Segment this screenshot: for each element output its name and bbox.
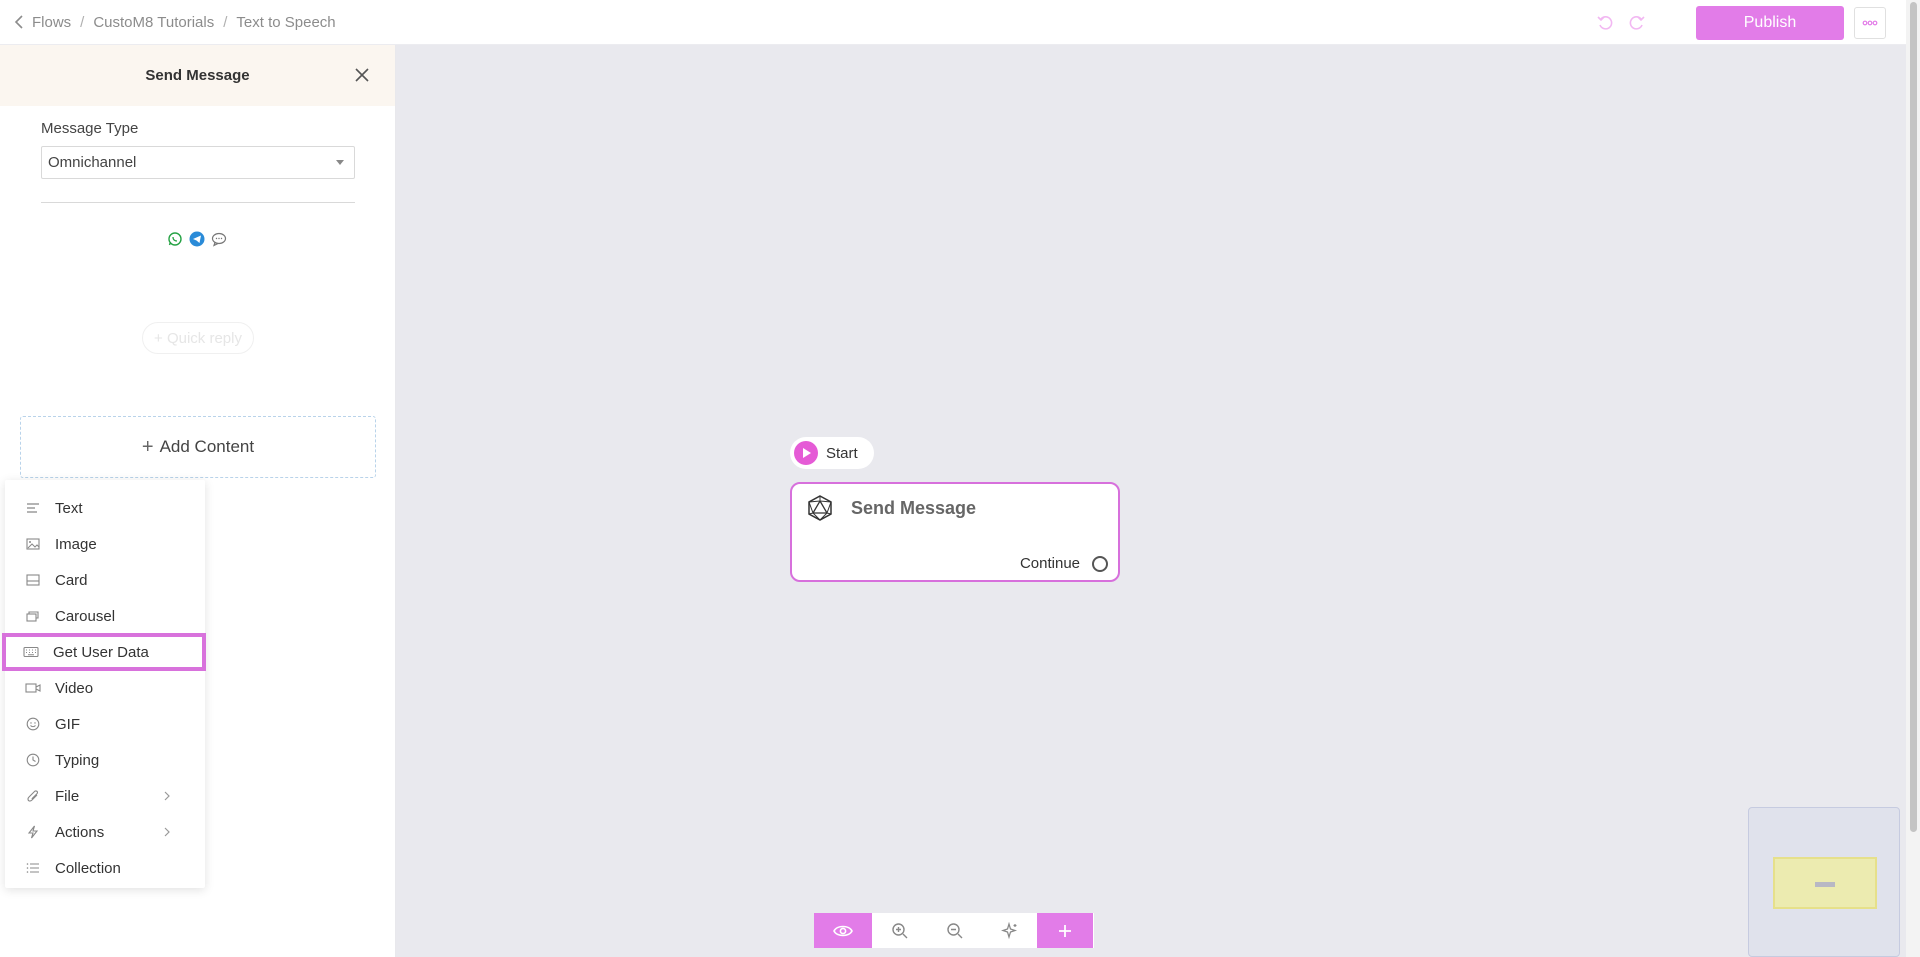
menu-item-get-user-data[interactable]: Get User Data xyxy=(2,633,206,671)
menu-item-collection[interactable]: Collection xyxy=(5,850,205,886)
clock-icon xyxy=(25,752,41,768)
menu-item-label: Collection xyxy=(55,859,121,877)
menu-item-label: Get User Data xyxy=(53,643,149,661)
more-options-button[interactable] xyxy=(1854,6,1886,39)
panel-header: Send Message xyxy=(0,45,395,106)
breadcrumb-flows[interactable]: Flows xyxy=(32,14,71,31)
menu-item-actions[interactable]: Actions xyxy=(5,814,205,850)
add-content-button[interactable]: + Add Content xyxy=(20,416,376,478)
sparkle-icon xyxy=(1000,921,1017,939)
plus-icon xyxy=(1059,924,1071,937)
breadcrumb-current: Text to Speech xyxy=(236,13,336,31)
keyboard-icon xyxy=(23,644,39,660)
close-icon[interactable] xyxy=(353,66,371,84)
breadcrumb-separator: / xyxy=(80,13,85,31)
zoom-out-icon xyxy=(946,922,962,938)
preview-button[interactable] xyxy=(814,913,872,948)
message-type-label: Message Type xyxy=(41,120,139,137)
output-port[interactable] xyxy=(1092,556,1108,572)
menu-item-text[interactable]: Text xyxy=(5,490,205,526)
minimap-node xyxy=(1815,882,1835,887)
menu-item-carousel[interactable]: Carousel xyxy=(5,598,205,634)
image-icon xyxy=(25,536,41,552)
telegram-icon xyxy=(189,231,205,247)
zoom-in-button[interactable] xyxy=(872,913,927,948)
breadcrumb-folder[interactable]: CustoM8 Tutorials xyxy=(93,14,214,31)
lightning-icon xyxy=(25,824,41,840)
publish-button[interactable]: Publish xyxy=(1696,5,1844,40)
zoom-out-button[interactable] xyxy=(927,913,982,948)
caret-down-icon xyxy=(336,160,344,165)
top-bar-actions: Publish xyxy=(1596,0,1906,45)
message-type-select[interactable]: Omnichannel xyxy=(41,146,355,179)
menu-item-card[interactable]: Card xyxy=(5,562,205,598)
minimap[interactable] xyxy=(1748,807,1900,957)
menu-item-label: Video xyxy=(55,679,94,697)
chevron-right-icon xyxy=(163,790,171,802)
menu-item-label: Typing xyxy=(55,751,100,769)
list-icon xyxy=(25,860,41,876)
quick-reply-button[interactable]: + Quick reply xyxy=(142,322,254,354)
menu-item-file[interactable]: File xyxy=(5,778,205,814)
vertical-scrollbar[interactable] xyxy=(1906,0,1920,957)
menu-item-label: Text xyxy=(55,499,83,517)
node-title: Send Message xyxy=(851,498,977,518)
menu-item-label: Image xyxy=(55,535,97,553)
gif-icon xyxy=(25,716,41,732)
breadcrumb: Flows / CustoM8 Tutorials / Text to Spee… xyxy=(14,14,336,31)
channel-icons xyxy=(167,231,227,247)
message-type-value: Omnichannel xyxy=(48,154,137,171)
menu-item-label: GIF xyxy=(55,715,80,733)
send-message-node[interactable]: Send Message Continue xyxy=(790,482,1120,582)
undo-icon[interactable] xyxy=(1596,14,1614,32)
play-icon xyxy=(794,441,818,465)
menu-item-gif[interactable]: GIF xyxy=(5,706,205,742)
panel-title: Send Message xyxy=(145,67,250,84)
menu-item-label: File xyxy=(55,787,80,805)
plus-icon: + xyxy=(141,435,154,458)
menu-item-label: Carousel xyxy=(55,607,116,625)
scrollbar-thumb[interactable] xyxy=(1910,2,1917,832)
video-icon xyxy=(25,680,41,696)
menu-item-label: Card xyxy=(55,571,88,589)
flow-canvas[interactable] xyxy=(396,45,1906,957)
content-type-menu: Text Image Card Carousel Get User Data V… xyxy=(2,480,206,888)
start-node[interactable]: Start xyxy=(790,437,874,469)
redo-icon[interactable] xyxy=(1628,14,1646,32)
add-content-label: Add Content xyxy=(159,437,255,456)
divider xyxy=(41,202,355,203)
menu-item-image[interactable]: Image xyxy=(5,526,205,562)
chat-bubble-icon xyxy=(211,231,227,247)
text-icon xyxy=(25,500,41,516)
whatsapp-icon xyxy=(167,231,183,247)
breadcrumb-separator: / xyxy=(223,13,228,31)
zoom-in-icon xyxy=(891,922,907,938)
eye-icon xyxy=(833,925,853,936)
add-node-button[interactable] xyxy=(1037,913,1093,948)
start-label: Start xyxy=(826,444,858,462)
menu-item-typing[interactable]: Typing xyxy=(5,742,205,778)
carousel-icon xyxy=(25,608,41,624)
auto-layout-button[interactable] xyxy=(982,913,1037,948)
menu-item-label: Actions xyxy=(55,823,105,841)
paperclip-icon xyxy=(25,788,41,804)
menu-item-video[interactable]: Video xyxy=(5,670,205,706)
minimap-viewport[interactable] xyxy=(1773,857,1877,909)
canvas-toolbar xyxy=(814,913,1094,948)
icosahedron-icon xyxy=(806,494,834,522)
ellipsis-icon xyxy=(1862,20,1878,25)
top-bar: Flows / CustoM8 Tutorials / Text to Spee… xyxy=(0,0,1906,45)
chevron-left-icon[interactable] xyxy=(14,15,28,29)
card-icon xyxy=(25,572,41,588)
chevron-right-icon xyxy=(163,826,171,838)
node-output-label: Continue xyxy=(1019,555,1080,572)
